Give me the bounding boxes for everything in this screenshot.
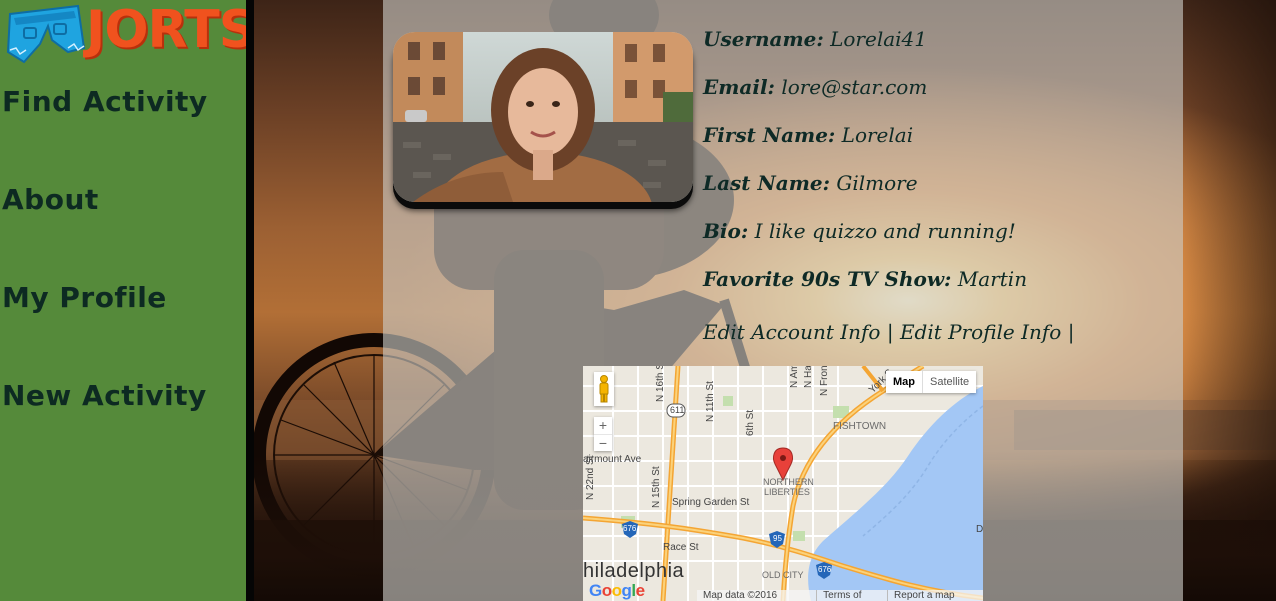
map-label-n15th: N 15th St: [651, 466, 662, 508]
bio-row: Bio: I like quizzo and running!: [703, 216, 1163, 264]
favorite-show-value: Martin: [957, 267, 1028, 291]
map-city-label: hiladelphia: [583, 560, 685, 582]
google-logo[interactable]: Google: [589, 581, 645, 601]
nav-about[interactable]: About: [2, 178, 242, 276]
map-data-text: Map data ©2016 Google: [703, 590, 778, 601]
edit-profile-link[interactable]: Edit Profile Info: [900, 320, 1061, 344]
edit-separator-trailing: |: [1067, 320, 1075, 344]
main-nav: Find Activity About My Profile New Activ…: [2, 80, 242, 472]
map-label-d: D: [976, 524, 983, 535]
bio-value: I like quizzo and running!: [754, 219, 1016, 243]
map-label-race: Race St: [663, 542, 699, 553]
username-label: Username:: [703, 27, 824, 51]
nav-my-profile[interactable]: My Profile: [2, 276, 242, 374]
map-label-fishtown: FISHTOWN: [833, 421, 887, 432]
map-label-oldcity: OLD CITY: [762, 570, 804, 580]
street-view-pegman[interactable]: [594, 372, 614, 406]
pegman-icon: [599, 375, 609, 403]
map-label-namerican: N Am: [789, 366, 800, 388]
map-type-satellite-button[interactable]: Satellite: [923, 371, 976, 393]
map-type-map-button[interactable]: Map: [886, 371, 923, 393]
shorts-icon: [6, 4, 86, 64]
report-map-error-link[interactable]: Report a map error: [887, 590, 983, 601]
username-value: Lorelai41: [830, 27, 927, 51]
favorite-show-row: Favorite 90s TV Show: Martin: [703, 264, 1163, 312]
last-name-row: Last Name: Gilmore: [703, 168, 1163, 216]
zoom-out-button[interactable]: −: [594, 434, 612, 451]
map-label-6th: 6th St: [745, 409, 756, 436]
map-label-n22nd: N 22nd St: [585, 455, 596, 500]
favorite-show-label: Favorite 90s TV Show:: [703, 267, 952, 291]
username-row: Username: Lorelai41: [703, 24, 1163, 72]
nav-new-activity[interactable]: New Activity: [2, 374, 242, 472]
edit-separator: |: [886, 320, 894, 344]
map-label-n16th: N 16th St: [655, 366, 666, 402]
map-label-nhancock: N Ha: [803, 366, 814, 388]
zoom-controls: + −: [594, 417, 612, 451]
jorts-logo[interactable]: JORTS: [6, 0, 256, 66]
map-label-n11th: N 11th St: [705, 381, 716, 422]
profile-photo: [393, 32, 693, 202]
email-row: Email: lore@star.com: [703, 72, 1163, 120]
edit-links: Edit Account Info | Edit Profile Info |: [703, 320, 1074, 344]
map-label-northern: NORTHERN: [763, 477, 814, 487]
map-label-i95: 95: [773, 534, 782, 543]
map-label-i676a: 676: [623, 524, 637, 533]
map-label-i676b: 676: [818, 565, 832, 574]
map-attribution: Map data ©2016 Google Terms of Use Repor…: [697, 590, 983, 601]
selfie-image: [393, 32, 693, 202]
map-type-control: Map Satellite: [886, 371, 977, 393]
sidebar-divider: [246, 0, 254, 601]
sidebar: JORTS Find Activity About My Profile New…: [0, 0, 256, 601]
location-map[interactable]: N 16th St N 11th St 6th St N Am N Ha N F…: [583, 366, 983, 601]
logo-text: JORTS: [86, 0, 256, 60]
first-name-value: Lorelai: [841, 123, 914, 147]
email-value: lore@star.com: [781, 75, 928, 99]
map-label-liberties: LIBERTIES: [764, 487, 810, 497]
map-label-rt611: 611: [670, 405, 685, 415]
first-name-label: First Name:: [703, 123, 836, 147]
terms-of-use-link[interactable]: Terms of Use: [816, 590, 887, 601]
zoom-in-button[interactable]: +: [594, 417, 612, 434]
last-name-label: Last Name:: [703, 171, 830, 195]
profile-info: Username: Lorelai41 Email: lore@star.com…: [703, 24, 1163, 312]
map-label-nfront: N Front S: [819, 366, 830, 396]
nav-find-activity[interactable]: Find Activity: [2, 80, 242, 178]
last-name-value: Gilmore: [836, 171, 918, 195]
map-label-springgarden: Spring Garden St: [672, 497, 750, 508]
bio-label: Bio:: [703, 219, 749, 243]
email-label: Email:: [703, 75, 775, 99]
edit-account-link[interactable]: Edit Account Info: [703, 320, 880, 344]
first-name-row: First Name: Lorelai: [703, 120, 1163, 168]
